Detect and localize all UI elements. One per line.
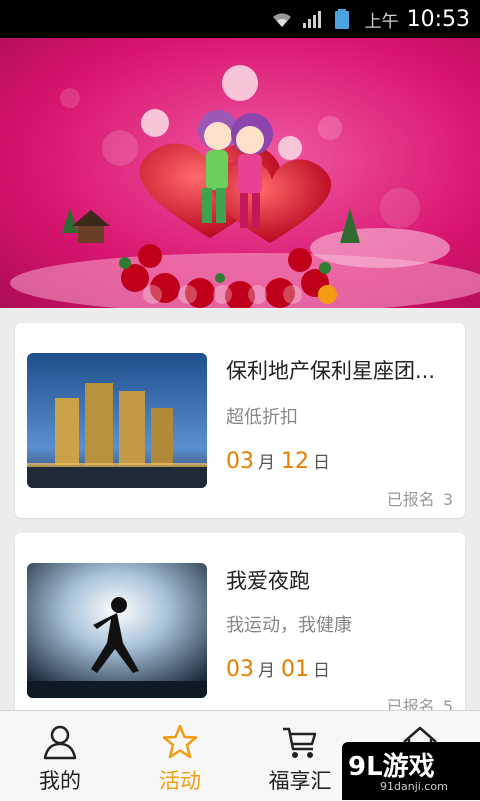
battery-icon bbox=[334, 9, 349, 29]
activity-card[interactable]: 我爱夜跑 我运动，我健康 03 月 01 日 已报名 5 bbox=[15, 533, 465, 718]
carousel-dot[interactable] bbox=[213, 285, 232, 304]
promo-banner[interactable] bbox=[0, 38, 480, 308]
watermark-logo: 9L游戏 91danji.com bbox=[342, 742, 480, 800]
signup-count: 已报名 3 bbox=[387, 486, 453, 510]
month-unit: 月 bbox=[258, 453, 275, 473]
carousel-dot[interactable] bbox=[283, 285, 302, 304]
nav-item-mine[interactable]: 我的 bbox=[0, 711, 120, 801]
activity-card[interactable]: 保利地产保利星座团... 超低折扣 03 月 12 日 已报名 3 bbox=[15, 323, 465, 518]
activity-thumbnail bbox=[27, 563, 207, 698]
watermark-brand: 9L游戏 bbox=[348, 752, 435, 782]
nav-label: 活动 bbox=[159, 769, 201, 793]
activity-thumbnail bbox=[27, 353, 207, 488]
date-day: 12 bbox=[281, 449, 309, 474]
activity-date: 03 月 01 日 bbox=[226, 656, 336, 682]
activity-title: 我爱夜跑 bbox=[226, 569, 310, 593]
day-unit: 日 bbox=[313, 661, 330, 681]
nav-label: 我的 bbox=[39, 769, 81, 793]
carousel-dot[interactable] bbox=[318, 285, 337, 304]
carousel-dot[interactable] bbox=[178, 285, 197, 304]
signup-label: 已报名 bbox=[386, 490, 435, 509]
wifi-icon bbox=[272, 13, 291, 27]
date-day: 01 bbox=[281, 657, 309, 682]
date-month: 03 bbox=[226, 657, 254, 682]
banner-illustration bbox=[0, 38, 480, 308]
signal-icon bbox=[302, 11, 321, 28]
status-bar: 上午 10:53 bbox=[0, 0, 480, 38]
activity-subtitle: 超低折扣 bbox=[226, 407, 298, 428]
activity-title: 保利地产保利星座团... bbox=[226, 359, 436, 383]
am-pm-label: 上午 bbox=[364, 11, 399, 32]
date-month: 03 bbox=[226, 449, 254, 474]
month-unit: 月 bbox=[258, 661, 275, 681]
carousel-dot[interactable] bbox=[143, 285, 162, 304]
nav-item-activities[interactable]: 活动 bbox=[120, 711, 240, 801]
star-icon bbox=[162, 724, 198, 759]
carousel-indicator bbox=[0, 285, 480, 304]
clock: 10:53 bbox=[406, 6, 470, 32]
watermark-domain: 91danji.com bbox=[380, 780, 448, 793]
carousel-dot[interactable] bbox=[248, 285, 267, 304]
person-icon bbox=[43, 725, 77, 760]
day-unit: 日 bbox=[313, 453, 330, 473]
activity-subtitle: 我运动，我健康 bbox=[226, 615, 352, 636]
activity-date: 03 月 12 日 bbox=[226, 448, 336, 474]
signup-number: 3 bbox=[442, 490, 453, 509]
cart-icon bbox=[283, 727, 317, 758]
